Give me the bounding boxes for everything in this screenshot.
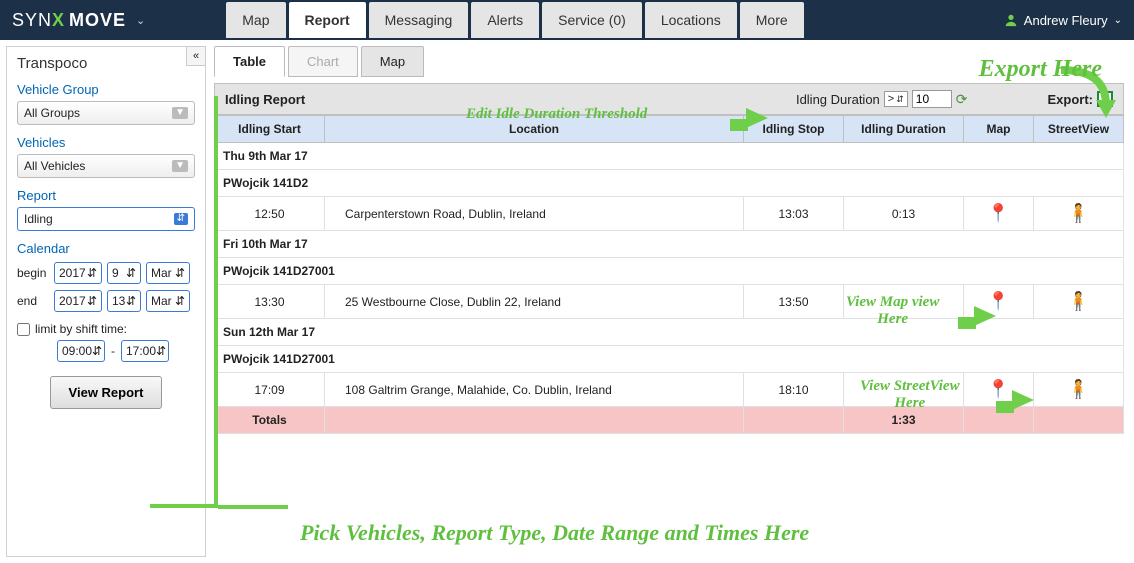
cell-duration: 0:13 <box>844 197 964 231</box>
end-day-select[interactable]: 13⇵ <box>107 290 141 312</box>
duration-value-input[interactable] <box>912 90 952 108</box>
annotation-frame <box>150 96 218 508</box>
end-year-select[interactable]: 2017⇵ <box>54 290 102 312</box>
col-start: Idling Start <box>215 116 325 143</box>
cell-start: 17:09 <box>215 373 325 407</box>
col-location: Location <box>325 116 744 143</box>
subtab-table[interactable]: Table <box>214 46 285 77</box>
subtab-map[interactable]: Map <box>361 46 424 77</box>
tab-service[interactable]: Service (0) <box>542 2 642 38</box>
cell-location: 25 Westbourne Close, Dublin 22, Ireland <box>325 285 744 319</box>
user-menu[interactable]: Andrew Fleury ⌄ <box>1004 13 1122 28</box>
tab-map[interactable]: Map <box>226 2 285 38</box>
view-report-button[interactable]: View Report <box>50 376 163 409</box>
col-streetview: StreetView <box>1034 116 1124 143</box>
cell-stop: 18:10 <box>744 373 844 407</box>
export-excel-icon[interactable] <box>1097 91 1113 107</box>
refresh-icon[interactable]: ⟳ <box>956 91 968 108</box>
streetview-icon[interactable]: 🧍 <box>1067 291 1089 311</box>
cell-start: 13:30 <box>215 285 325 319</box>
date-header: Fri 10th Mar 17 <box>215 231 1124 258</box>
col-duration: Idling Duration <box>844 116 964 143</box>
duration-label: Idling Duration <box>796 92 880 107</box>
panel-header: Idling Report Idling Duration >⇵ ⟳ Expor… <box>214 83 1124 115</box>
tab-more[interactable]: More <box>740 2 804 38</box>
totals-value: 1:33 <box>844 407 964 434</box>
date-header: Sun 12th Mar 17 <box>215 319 1124 346</box>
collapse-sidebar-button[interactable]: « <box>186 46 206 66</box>
tab-locations[interactable]: Locations <box>645 2 737 38</box>
user-icon <box>1004 13 1018 27</box>
limit-shift-checkbox[interactable] <box>17 323 30 336</box>
tab-alerts[interactable]: Alerts <box>471 2 539 38</box>
tab-messaging[interactable]: Messaging <box>369 2 469 38</box>
annotation-frame <box>218 505 288 509</box>
limit-shift-label: limit by shift time: <box>35 322 127 336</box>
vehicle-group-label: Vehicle Group <box>17 82 195 97</box>
logo[interactable]: SYNX MOVE ⌄ <box>12 10 146 31</box>
streetview-icon[interactable]: 🧍 <box>1067 379 1089 399</box>
cell-start: 12:50 <box>215 197 325 231</box>
end-label: end <box>17 294 49 308</box>
vehicle-header: PWojcik 141D27001 <box>215 258 1124 285</box>
begin-day-select[interactable]: 9⇵ <box>107 262 141 284</box>
subtab-chart: Chart <box>288 46 358 77</box>
cell-duration <box>844 373 964 407</box>
panel-title: Idling Report <box>225 92 305 107</box>
begin-year-select[interactable]: 2017⇵ <box>54 262 102 284</box>
cell-stop: 13:03 <box>744 197 844 231</box>
begin-label: begin <box>17 266 49 280</box>
cell-stop: 13:50 <box>744 285 844 319</box>
vehicle-header: PWojcik 141D2 <box>215 170 1124 197</box>
date-header: Thu 9th Mar 17 <box>215 143 1124 170</box>
col-stop: Idling Stop <box>744 116 844 143</box>
main-area: Table Chart Map Idling Report Idling Dur… <box>212 40 1134 563</box>
map-pin-icon[interactable]: 📍 <box>987 379 1009 399</box>
streetview-icon[interactable]: 🧍 <box>1067 203 1089 223</box>
vehicle-header: PWojcik 141D27001 <box>215 346 1124 373</box>
duration-operator-select[interactable]: >⇵ <box>884 91 908 107</box>
top-bar: SYNX MOVE ⌄ Map Report Messaging Alerts … <box>0 0 1134 40</box>
shift-from-select[interactable]: 09:00⇵ <box>57 340 105 362</box>
map-pin-icon[interactable]: 📍 <box>987 291 1009 311</box>
col-map: Map <box>964 116 1034 143</box>
tab-report[interactable]: Report <box>289 2 366 38</box>
sidebar-title: Transpoco <box>17 55 195 72</box>
cell-location: Carpenterstown Road, Dublin, Ireland <box>325 197 744 231</box>
cell-duration <box>844 285 964 319</box>
cell-location: 108 Galtrim Grange, Malahide, Co. Dublin… <box>325 373 744 407</box>
export-label: Export: <box>1048 92 1094 107</box>
map-pin-icon[interactable]: 📍 <box>987 203 1009 223</box>
main-tabs: Map Report Messaging Alerts Service (0) … <box>226 2 803 38</box>
totals-label: Totals <box>215 407 325 434</box>
report-table: Idling Start Location Idling Stop Idling… <box>214 115 1124 434</box>
